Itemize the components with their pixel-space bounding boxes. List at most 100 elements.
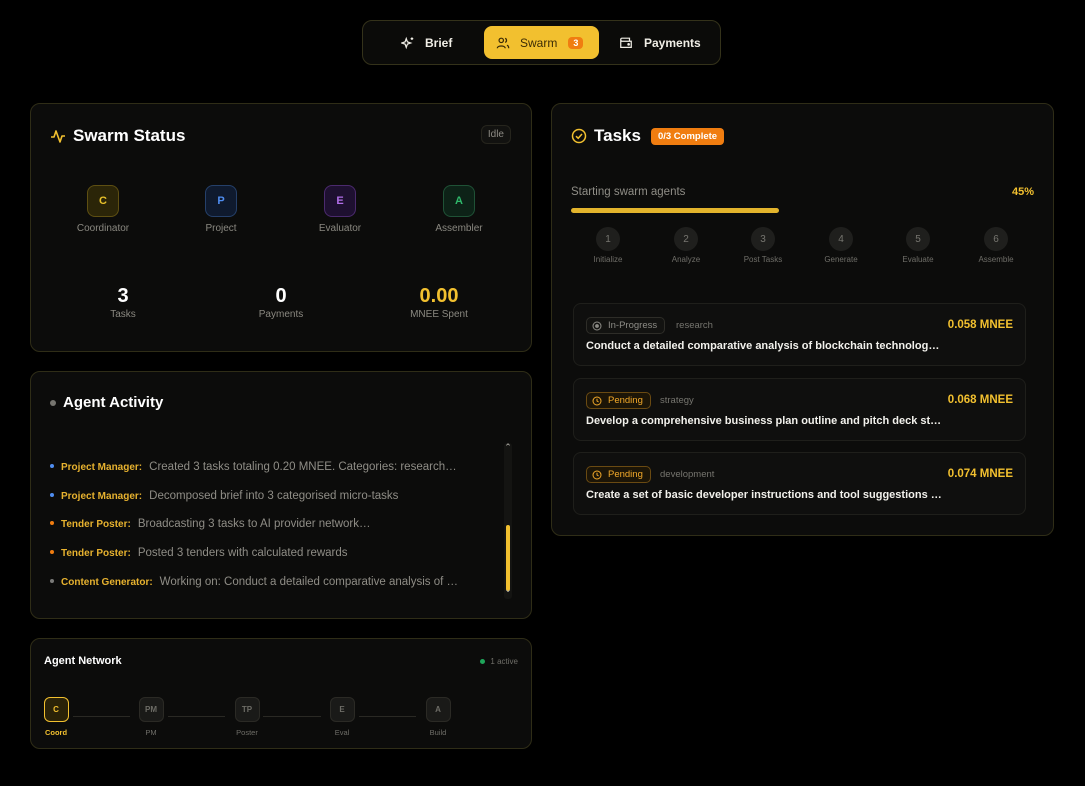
network-node-eval[interactable]: E Eval bbox=[322, 697, 362, 737]
task-category: strategy bbox=[660, 395, 694, 406]
scrollbar-thumb[interactable] bbox=[506, 525, 510, 591]
status-dot-icon bbox=[50, 399, 56, 406]
network-node-poster[interactable]: TP Poster bbox=[227, 697, 267, 737]
active-dot-icon bbox=[480, 659, 486, 664]
network-link bbox=[359, 716, 416, 717]
step-number: 3 bbox=[751, 227, 775, 251]
tasks-header: Tasks 0/3 Complete bbox=[571, 126, 725, 146]
bullet-icon bbox=[50, 550, 54, 554]
task-amount: 0.068 MNEE bbox=[947, 394, 1013, 406]
progress-label: Starting swarm agents bbox=[571, 186, 686, 198]
stat-label: MNEE Spent bbox=[410, 309, 468, 320]
avatar: E bbox=[324, 185, 356, 217]
role-label: Project bbox=[205, 223, 237, 234]
activity-scrollbar[interactable] bbox=[504, 443, 512, 599]
activity-message: Decomposed brief into 3 categorised micr… bbox=[149, 490, 399, 502]
top-nav: Brief Swarm 3 Payments bbox=[362, 20, 721, 65]
brief-tab-label: Brief bbox=[425, 35, 453, 50]
role-assembler: A Assembler bbox=[409, 185, 509, 234]
node-label: Eval bbox=[334, 728, 350, 737]
swarm-status-card: Swarm Status Idle C Coordinator P Projec… bbox=[30, 103, 532, 352]
stat-label: Tasks bbox=[110, 309, 136, 320]
network-node-coord[interactable]: C Coord bbox=[36, 697, 76, 737]
tasks-title: Tasks bbox=[594, 126, 641, 145]
task-status-label: Pending bbox=[608, 395, 643, 406]
step-evaluate: 5 Evaluate bbox=[888, 227, 948, 264]
step-initialize: 1 Initialize bbox=[578, 227, 638, 264]
wallet-icon bbox=[620, 37, 632, 48]
activity-agent: Project Manager: bbox=[61, 491, 143, 502]
step-post-tasks: 3 Post Tasks bbox=[733, 227, 793, 264]
task-status-badge: Pending bbox=[586, 466, 651, 483]
activity-agent: Tender Poster: bbox=[61, 519, 131, 530]
task-card[interactable]: In-Progress research 0.058 MNEE Conduct … bbox=[573, 303, 1026, 366]
step-number: 2 bbox=[674, 227, 698, 251]
list-item: Project Manager: Created 3 tasks totalin… bbox=[50, 461, 457, 473]
step-number: 5 bbox=[906, 227, 930, 251]
activity-message: Working on: Conduct a detailed comparati… bbox=[159, 576, 458, 588]
role-label: Assembler bbox=[435, 223, 483, 234]
agent-activity-title: Agent Activity bbox=[63, 394, 164, 411]
activity-message: Posted 3 tenders with calculated rewards bbox=[137, 547, 348, 559]
complete-badge: 0/3 Complete bbox=[650, 127, 725, 145]
bullet-icon bbox=[50, 493, 54, 497]
stat-payments: 0 Payments bbox=[221, 285, 341, 320]
step-generate: 4 Generate bbox=[811, 227, 871, 264]
role-project: P Project bbox=[171, 185, 271, 234]
stat-value: 3 bbox=[117, 285, 129, 307]
network-node-build[interactable]: A Build bbox=[418, 697, 458, 737]
network-link bbox=[73, 716, 130, 717]
agent-activity-card: Agent Activity Project Manager: Created … bbox=[30, 371, 532, 619]
task-card[interactable]: Pending strategy 0.068 MNEE Develop a co… bbox=[573, 378, 1026, 441]
scroll-up-icon[interactable]: ⌃ bbox=[504, 442, 512, 453]
list-item: Content Generator: Working on: Conduct a… bbox=[50, 576, 458, 588]
step-analyze: 2 Analyze bbox=[656, 227, 716, 264]
task-category: research bbox=[676, 320, 713, 331]
swarm-status-title: Swarm Status bbox=[73, 126, 186, 145]
swarm-tab-label: Swarm bbox=[520, 35, 558, 50]
progress-fill bbox=[571, 208, 780, 213]
node-badge: TP bbox=[234, 697, 260, 722]
stat-value: 0.00 bbox=[419, 285, 459, 307]
list-item: Tender Poster: Broadcasting 3 tasks to A… bbox=[50, 518, 371, 530]
task-amount: 0.074 MNEE bbox=[947, 468, 1013, 480]
list-item: Tender Poster: Posted 3 tenders with cal… bbox=[50, 547, 348, 559]
swarm-count-badge: 3 bbox=[568, 36, 584, 49]
swarm-tab[interactable]: Swarm 3 bbox=[484, 26, 599, 59]
node-label: Build bbox=[429, 728, 447, 737]
network-link bbox=[263, 716, 321, 717]
agent-network-card: Agent Network 1 active C Coord PM PM TP … bbox=[30, 638, 532, 749]
step-label: Generate bbox=[824, 255, 858, 264]
step-number: 1 bbox=[596, 227, 620, 251]
step-label: Evaluate bbox=[902, 255, 934, 264]
task-category: development bbox=[660, 469, 715, 480]
task-amount: 0.058 MNEE bbox=[947, 319, 1013, 331]
scroll-down-icon[interactable]: ⌄ bbox=[504, 584, 512, 595]
agent-activity-header: Agent Activity bbox=[50, 394, 163, 411]
task-card[interactable]: Pending development 0.074 MNEE Create a … bbox=[573, 452, 1026, 515]
node-label: PM bbox=[145, 728, 157, 737]
users-icon bbox=[496, 37, 510, 48]
step-label: Post Tasks bbox=[743, 255, 783, 264]
payments-tab[interactable]: Payments bbox=[613, 26, 713, 59]
task-description: Create a set of basic developer instruct… bbox=[586, 489, 942, 501]
sparkle-icon bbox=[401, 36, 414, 49]
step-number: 6 bbox=[984, 227, 1008, 251]
avatar: C bbox=[87, 185, 119, 217]
activity-agent: Tender Poster: bbox=[61, 548, 131, 559]
clock-icon bbox=[592, 470, 602, 479]
swarm-status-header: Swarm Status bbox=[50, 126, 185, 146]
network-node-pm[interactable]: PM PM bbox=[131, 697, 171, 737]
clock-icon bbox=[592, 396, 602, 405]
step-label: Initialize bbox=[593, 255, 623, 264]
activity-agent: Content Generator: bbox=[61, 577, 153, 588]
progress-percent: 45% bbox=[1011, 186, 1034, 198]
check-circle-icon bbox=[571, 128, 587, 144]
role-label: Evaluator bbox=[318, 223, 362, 234]
task-status-badge: In-Progress bbox=[586, 317, 666, 334]
node-label: Poster bbox=[236, 728, 258, 737]
brief-tab[interactable]: Brief bbox=[395, 26, 495, 59]
task-status-label: Pending bbox=[608, 469, 643, 480]
stat-value: 0 bbox=[275, 285, 287, 307]
task-description: Develop a comprehensive business plan ou… bbox=[586, 415, 942, 427]
